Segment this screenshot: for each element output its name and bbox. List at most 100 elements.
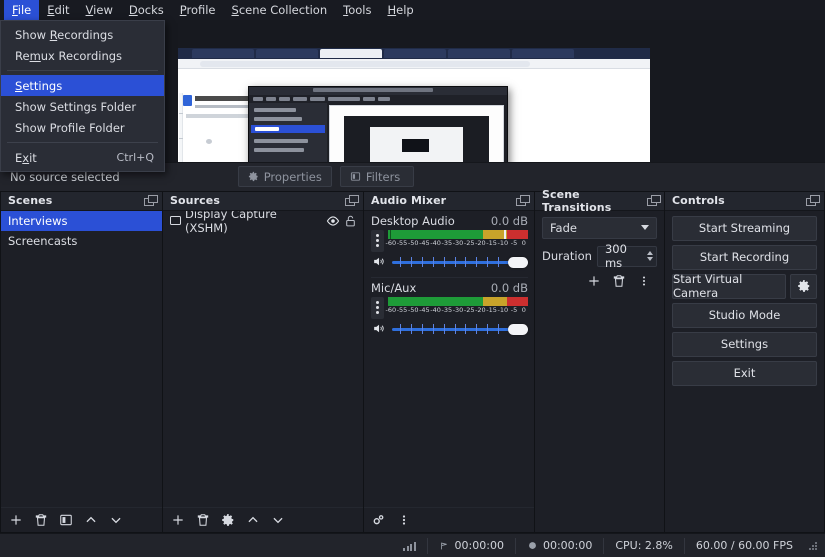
mixer-channel-mic-aux: Mic/Aux 0.0 dB -60-55-50 -45-40-35 -30-2… [371,280,528,339]
menu-help[interactable]: Help [379,0,421,20]
menu-item-settings[interactable]: Settings [1,75,164,96]
volume-slider[interactable] [392,255,528,269]
add-scene-button[interactable] [4,510,27,530]
scenes-list[interactable]: Interviews Screencasts [1,211,162,508]
start-virtual-camera-button[interactable]: Start Virtual Camera [672,274,786,299]
plus-icon [171,513,185,527]
preview-canvas[interactable] [178,48,650,162]
broadcast-icon [439,541,450,551]
menu-edit[interactable]: Edit [39,0,77,20]
move-scene-down-button[interactable] [104,510,127,530]
scene-filters-button[interactable] [54,510,77,530]
source-properties-button[interactable] [216,510,239,530]
float-icon[interactable] [806,195,819,206]
sources-toolbar-footer [163,507,363,532]
sources-dock-title: Sources [170,194,220,207]
menu-docks[interactable]: Docks [121,0,172,20]
mixer-separator [371,277,528,278]
start-streaming-button[interactable]: Start Streaming [672,216,817,241]
move-source-up-button[interactable] [241,510,264,530]
menu-item-show-profile-folder[interactable]: Show Profile Folder [1,117,164,138]
add-transition-button[interactable] [582,271,605,291]
menu-item-show-recordings[interactable]: Show Recordings [1,24,164,45]
status-record-time: 00:00:00 [515,538,603,554]
controls-dock: Controls Start Streaming Start Recording… [665,191,825,534]
start-recording-button[interactable]: Start Recording [672,245,817,270]
unlock-icon[interactable] [344,214,357,228]
remove-scene-button[interactable] [29,510,52,530]
menu-item-exit[interactable]: Exit Ctrl+Q [1,147,164,168]
meter-scale: -60-55-50 -45-40-35 -30-25-20 -15-10-5 0 [388,306,528,315]
add-source-button[interactable] [166,510,189,530]
eye-icon[interactable] [326,214,340,228]
controls-title: Controls [672,194,725,207]
remove-transition-button[interactable] [607,271,630,291]
channel-menu-button[interactable] [371,297,384,319]
volume-slider-handle[interactable] [508,257,528,268]
menu-file[interactable]: File [4,0,39,20]
source-item-label: Display Capture (XSHM) [185,211,322,235]
studio-mode-label: Studio Mode [709,308,781,322]
captured-obs-window [248,86,508,162]
filters-button[interactable]: Filters [340,166,414,187]
advanced-audio-properties-button[interactable] [367,510,390,530]
scenes-toolbar [1,507,162,532]
audio-mixer-menu-button[interactable] [392,510,415,530]
docks-row: Scenes Interviews Screencasts [0,191,825,534]
move-source-down-button[interactable] [266,510,289,530]
volume-slider-handle[interactable] [508,324,528,335]
virtual-camera-settings-button[interactable] [790,274,817,299]
source-item-display-capture[interactable]: Display Capture (XSHM) [163,211,363,231]
float-icon[interactable] [345,195,358,206]
transition-menu-button[interactable] [632,271,655,291]
stepper-arrows[interactable] [644,247,656,266]
menu-profile[interactable]: Profile [172,0,224,20]
properties-button[interactable]: Properties [238,166,332,187]
gear-icon [248,171,259,182]
sources-list[interactable]: Display Capture (XSHM) [163,211,363,508]
captured-obs-file-menu [249,103,327,162]
menu-tools[interactable]: Tools [335,0,379,20]
chevron-down-icon [271,513,285,527]
speaker-icon[interactable] [371,322,386,335]
float-icon[interactable] [516,195,529,206]
captured-obs-body [249,103,507,162]
menu-item-show-settings-folder[interactable]: Show Settings Folder [1,96,164,117]
gear-icon [797,279,811,293]
stepper-down-icon[interactable] [647,257,653,261]
studio-mode-button[interactable]: Studio Mode [672,303,817,328]
audio-mixer-title: Audio Mixer [371,194,446,207]
sources-dock-header: Sources [163,192,363,211]
menu-item-remux-recordings[interactable]: Remux Recordings [1,45,164,66]
vertical-dots-icon [397,513,411,527]
move-scene-up-button[interactable] [79,510,102,530]
menu-scene-collection[interactable]: Scene Collection [224,0,336,20]
plus-icon [9,513,23,527]
gears-icon [371,513,386,527]
channel-menu-button[interactable] [371,230,384,252]
scene-item-screencasts[interactable]: Screencasts [1,231,162,251]
speaker-icon[interactable] [371,255,386,268]
record-time-value: 00:00:00 [543,539,592,552]
captured-obs-titlebar [249,87,507,95]
status-signal [392,538,427,554]
stepper-up-icon[interactable] [647,251,653,255]
controls-body: Start Streaming Start Recording Start Vi… [665,211,824,533]
resize-grip[interactable] [808,541,817,550]
scene-item-interviews[interactable]: Interviews [1,211,162,231]
float-icon[interactable] [647,195,659,206]
scene-item-label: Interviews [8,214,67,228]
remove-source-button[interactable] [191,510,214,530]
start-virtual-camera-label: Start Virtual Camera [673,272,785,300]
volume-slider[interactable] [392,322,528,336]
menu-view[interactable]: View [78,0,121,20]
settings-button[interactable]: Settings [672,332,817,357]
start-streaming-label: Start Streaming [699,221,790,235]
transition-select[interactable]: Fade [542,217,657,239]
duration-stepper[interactable]: 300 ms [597,246,657,267]
float-icon[interactable] [144,195,157,206]
monitor-icon [170,216,181,225]
cpu-value: CPU: 2.8% [615,539,673,552]
exit-button[interactable]: Exit [672,361,817,386]
captured-obs-preview [329,105,504,162]
